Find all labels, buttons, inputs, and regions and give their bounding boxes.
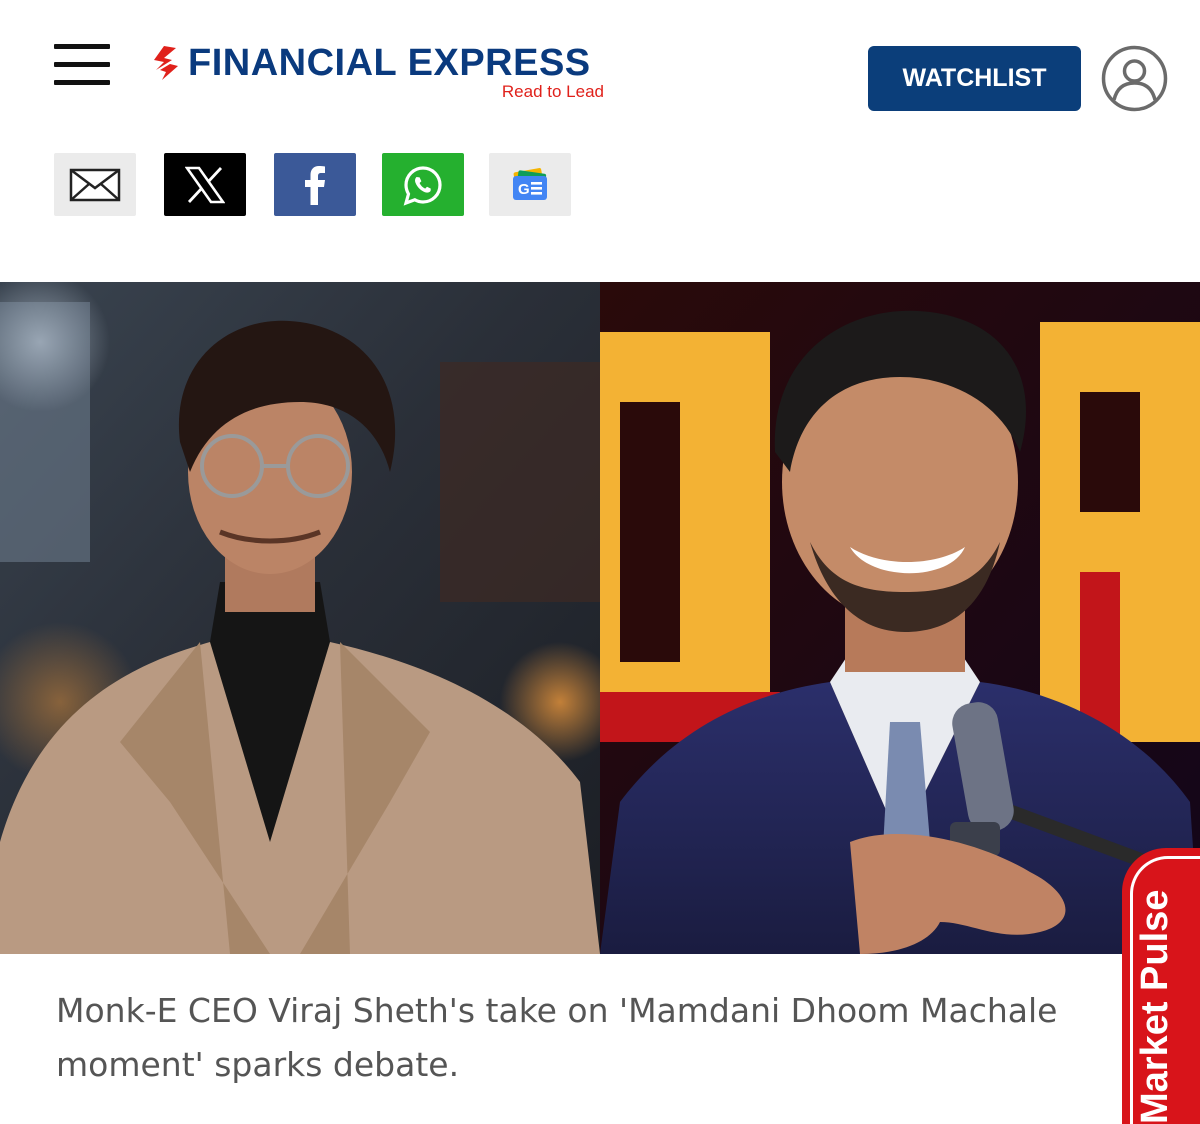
market-pulse-tab[interactable]: Market Pulse bbox=[1122, 848, 1200, 1124]
share-email-button[interactable] bbox=[54, 153, 136, 216]
site-logo[interactable]: FINANCIAL EXPRESS Read to Lead bbox=[150, 40, 610, 104]
menu-icon-bar bbox=[54, 44, 110, 49]
share-whatsapp-button[interactable] bbox=[382, 153, 464, 216]
brand-name: FINANCIAL EXPRESS bbox=[188, 42, 591, 84]
whatsapp-icon bbox=[403, 165, 442, 206]
facebook-icon bbox=[305, 165, 325, 205]
brand-tagline: Read to Lead bbox=[501, 82, 604, 101]
share-facebook-button[interactable] bbox=[274, 153, 356, 216]
share-google-news-button[interactable]: G bbox=[489, 153, 571, 216]
user-account-icon[interactable] bbox=[1101, 45, 1168, 112]
svg-text:G: G bbox=[518, 181, 530, 198]
x-icon bbox=[185, 166, 225, 203]
logo-mark-icon bbox=[154, 46, 178, 80]
hero-photo-right bbox=[600, 282, 1200, 954]
article-image-caption: Monk-E CEO Viraj Sheth's take on 'Mamdan… bbox=[56, 991, 1058, 1084]
menu-icon-bar bbox=[54, 80, 110, 85]
site-header: FINANCIAL EXPRESS Read to Lead WATCHLIST bbox=[0, 0, 1200, 142]
google-news-icon: G bbox=[513, 167, 547, 200]
menu-icon-bar bbox=[54, 62, 110, 67]
share-bar: G bbox=[0, 142, 1200, 280]
watchlist-button[interactable]: WATCHLIST bbox=[868, 46, 1081, 111]
market-pulse-label: Market Pulse bbox=[1134, 889, 1176, 1124]
menu-icon[interactable] bbox=[54, 44, 110, 86]
share-x-button[interactable] bbox=[164, 153, 246, 216]
email-icon bbox=[69, 168, 121, 201]
hero-photo-left bbox=[0, 282, 620, 954]
article-hero-image bbox=[0, 282, 1200, 954]
